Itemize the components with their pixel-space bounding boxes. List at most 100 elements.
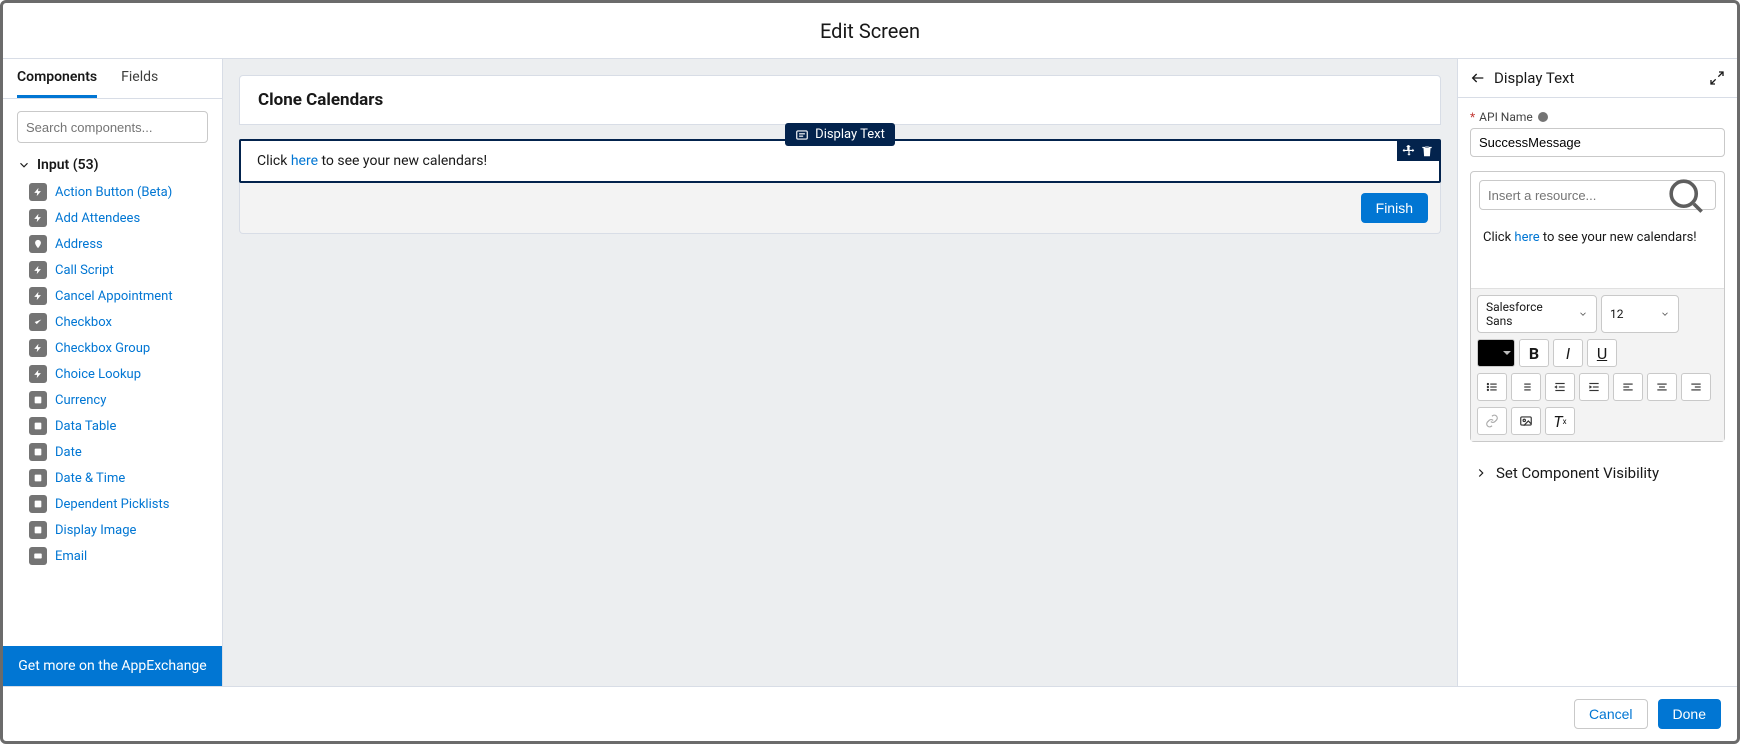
bullet-list-button[interactable]: [1477, 373, 1507, 401]
component-label: Date & Time: [55, 471, 125, 486]
display-text-icon: [795, 128, 809, 142]
component-item[interactable]: Date & Time: [25, 465, 218, 491]
set-visibility-toggle[interactable]: Set Component Visibility: [1470, 450, 1725, 496]
component-item[interactable]: Display Image: [25, 517, 218, 543]
component-search[interactable]: [17, 111, 208, 143]
back-icon[interactable]: [1470, 70, 1486, 86]
appexchange-button[interactable]: Get more on the AppExchange: [3, 646, 222, 686]
screen-title[interactable]: Clone Calendars: [239, 75, 1441, 125]
image-button[interactable]: [1511, 407, 1541, 435]
resource-picker[interactable]: [1479, 180, 1716, 210]
indent-button[interactable]: [1579, 373, 1609, 401]
canvas: Clone Calendars Display Text Click here …: [223, 59, 1457, 686]
pin-icon: [29, 235, 47, 253]
box-icon: [29, 417, 47, 435]
tab-components[interactable]: Components: [17, 69, 97, 98]
component-item[interactable]: Dependent Picklists: [25, 491, 218, 517]
properties-header: Display Text: [1458, 59, 1737, 98]
modal-footer: Cancel Done: [3, 686, 1737, 741]
component-handle: [1397, 141, 1439, 161]
italic-button[interactable]: I: [1553, 339, 1583, 367]
box-icon: [29, 495, 47, 513]
rte-link[interactable]: here: [1514, 230, 1539, 245]
component-label: Action Button (Beta): [55, 185, 172, 200]
component-item[interactable]: Choice Lookup: [25, 361, 218, 387]
components-panel: Components Fields Input (53) Action Butt…: [3, 59, 223, 686]
component-item[interactable]: Email: [25, 543, 218, 569]
component-label: Add Attendees: [55, 211, 140, 226]
align-right-button[interactable]: [1681, 373, 1711, 401]
group-input[interactable]: Input (53): [3, 151, 222, 179]
component-label: Date: [55, 445, 82, 460]
bolt-icon: [29, 261, 47, 279]
component-list[interactable]: Action Button (Beta) Add Attendees Address…: [3, 179, 222, 646]
chevron-down-icon: [17, 158, 31, 172]
move-icon[interactable]: [1402, 144, 1416, 158]
component-item[interactable]: Currency: [25, 387, 218, 413]
text-color-button[interactable]: [1477, 339, 1515, 367]
outdent-button[interactable]: [1545, 373, 1575, 401]
cancel-button[interactable]: Cancel: [1574, 699, 1648, 729]
finish-button[interactable]: Finish: [1361, 193, 1428, 223]
component-item[interactable]: Add Attendees: [25, 205, 218, 231]
main-body: Components Fields Input (53) Action Butt…: [3, 59, 1737, 686]
component-item[interactable]: Data Table: [25, 413, 218, 439]
box-icon: [29, 469, 47, 487]
component-item[interactable]: Date: [25, 439, 218, 465]
bolt-icon: [29, 183, 47, 201]
underline-button[interactable]: U: [1587, 339, 1617, 367]
api-name-label: *API Name: [1470, 110, 1725, 124]
number-list-button[interactable]: [1511, 373, 1541, 401]
component-label: Email: [55, 549, 87, 564]
delete-icon[interactable]: [1420, 144, 1434, 158]
body-text-suffix: to see your new calendars!: [318, 153, 487, 169]
component-label: Call Script: [55, 263, 114, 278]
rte-toolbar: Salesforce Sans 12 B I U: [1471, 288, 1724, 441]
edit-screen-app: Edit Screen Components Fields Input (53)…: [0, 0, 1740, 744]
chevron-down-icon: [1660, 309, 1670, 319]
component-label: Address: [55, 237, 103, 252]
mail-icon: [29, 547, 47, 565]
bolt-icon: [29, 209, 47, 227]
display-text-tag-label: Display Text: [815, 127, 885, 142]
tab-fields[interactable]: Fields: [121, 69, 158, 98]
rte-text-prefix: Click: [1483, 230, 1514, 245]
component-item[interactable]: Checkbox: [25, 309, 218, 335]
component-label: Cancel Appointment: [55, 289, 173, 304]
component-label: Dependent Picklists: [55, 497, 169, 512]
info-icon[interactable]: [1537, 111, 1549, 123]
component-item[interactable]: Checkbox Group: [25, 335, 218, 361]
component-item[interactable]: Action Button (Beta): [25, 179, 218, 205]
bold-button[interactable]: B: [1519, 339, 1549, 367]
link-button[interactable]: [1477, 407, 1507, 435]
api-name-input[interactable]: [1470, 128, 1725, 157]
component-label: Checkbox: [55, 315, 112, 330]
box-icon: [29, 443, 47, 461]
component-item[interactable]: Address: [25, 231, 218, 257]
component-label: Choice Lookup: [55, 367, 141, 382]
search-input[interactable]: [26, 120, 202, 135]
display-text-tag: Display Text: [785, 123, 895, 146]
expand-icon[interactable]: [1709, 70, 1725, 86]
chevron-right-icon: [1474, 466, 1488, 480]
font-family-select[interactable]: Salesforce Sans: [1477, 295, 1597, 333]
component-item[interactable]: Call Script: [25, 257, 218, 283]
properties-panel: Display Text *API Name Click here to see: [1457, 59, 1737, 686]
rte-content[interactable]: Click here to see your new calendars!: [1471, 218, 1724, 288]
resource-input[interactable]: [1488, 188, 1664, 203]
body-link[interactable]: here: [291, 153, 318, 169]
rich-text-editor: Click here to see your new calendars! Sa…: [1470, 171, 1725, 442]
box-icon: [29, 521, 47, 539]
bolt-icon: [29, 339, 47, 357]
component-item[interactable]: Cancel Appointment: [25, 283, 218, 309]
component-label: Data Table: [55, 419, 116, 434]
clear-format-button[interactable]: Tx: [1545, 407, 1575, 435]
font-size-select[interactable]: 12: [1601, 295, 1679, 333]
done-button[interactable]: Done: [1658, 699, 1721, 729]
align-left-button[interactable]: [1613, 373, 1643, 401]
chevron-down-icon: [1578, 309, 1588, 319]
visibility-label: Set Component Visibility: [1496, 464, 1659, 482]
align-center-button[interactable]: [1647, 373, 1677, 401]
bolt-icon: [29, 287, 47, 305]
search-icon: [1664, 174, 1707, 217]
